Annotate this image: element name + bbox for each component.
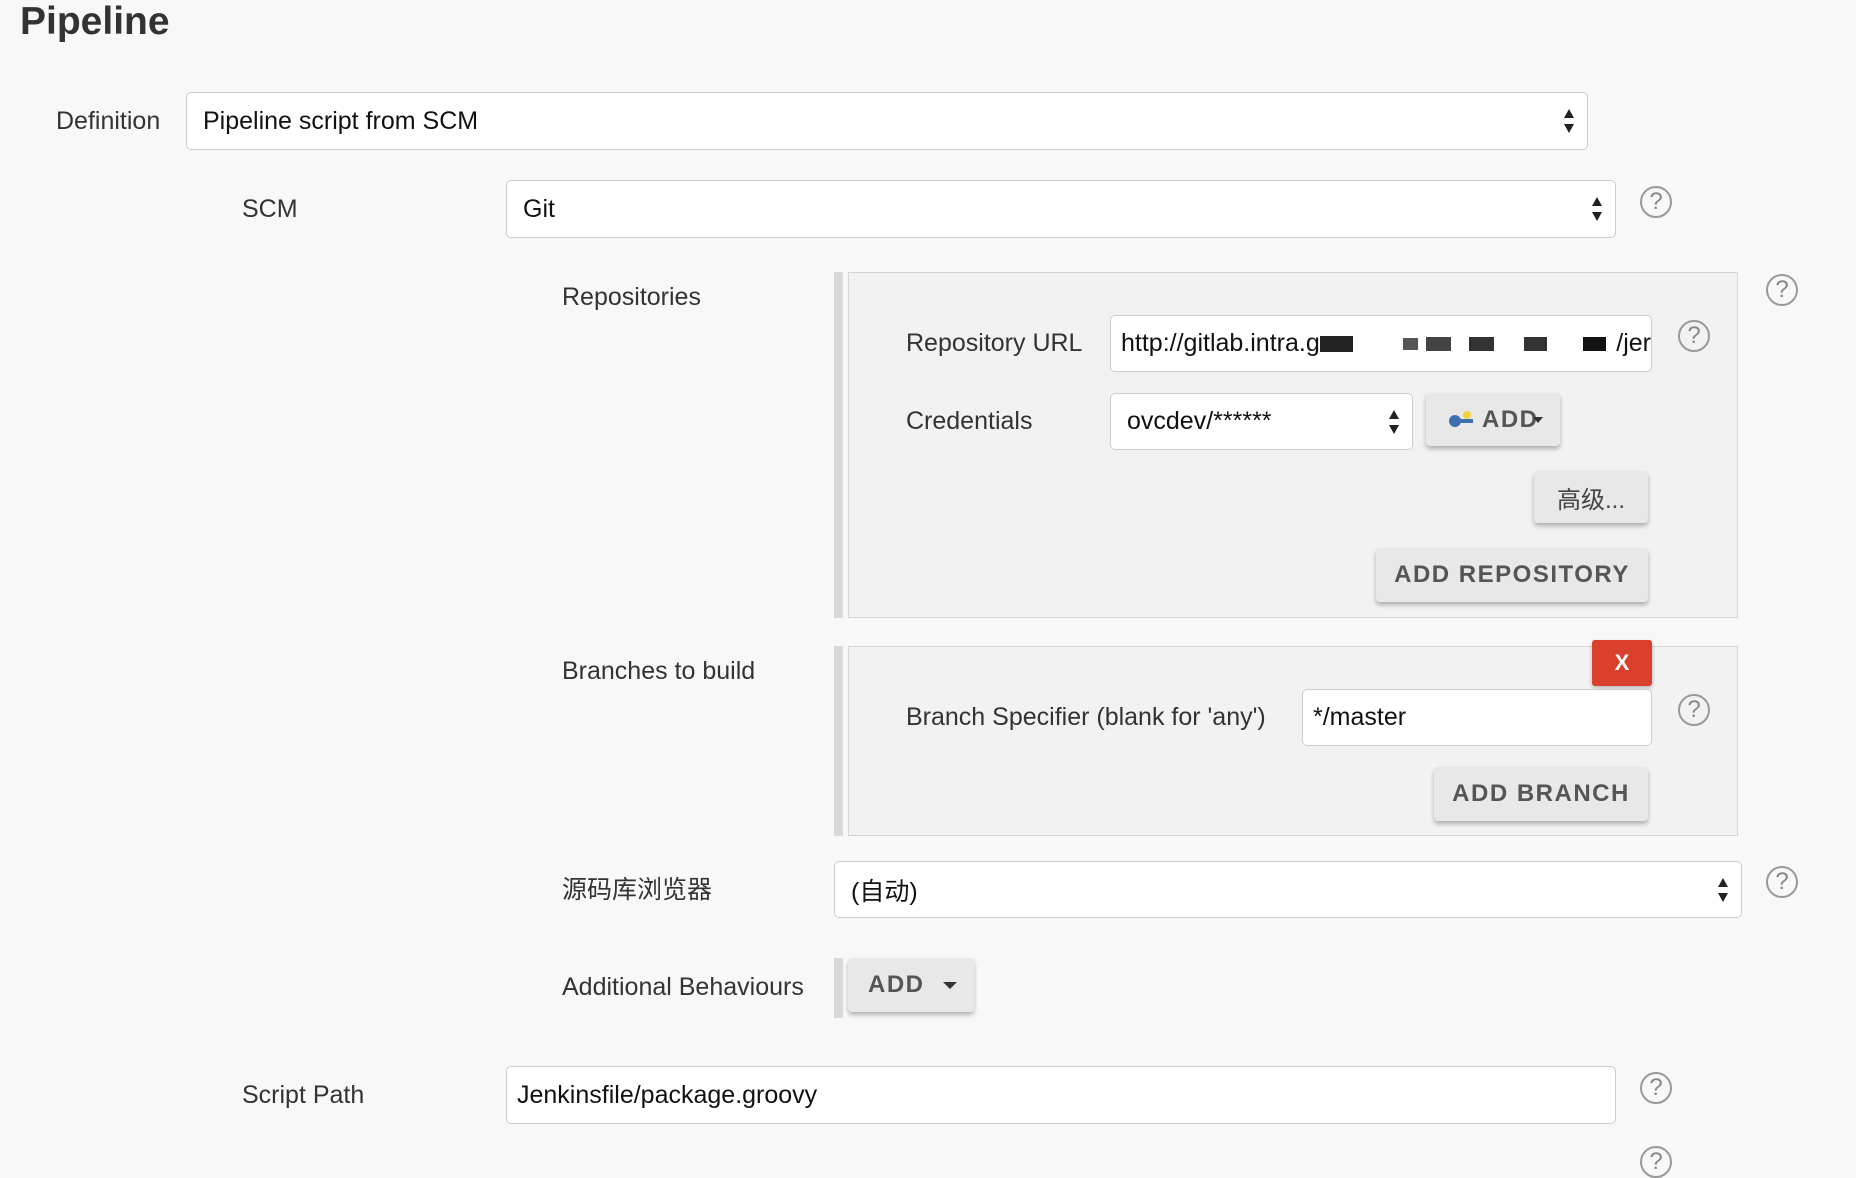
repository-url-label: Repository URL — [906, 329, 1083, 357]
repository-url-value-start: http://gitlab.intra.g — [1121, 329, 1320, 357]
add-repository-button[interactable]: ADD REPOSITORY — [1376, 548, 1648, 602]
delete-branch-button[interactable]: X — [1592, 640, 1652, 686]
add-credentials-button[interactable]: ADD — [1426, 393, 1560, 446]
scm-select[interactable]: Git — [506, 180, 1616, 238]
script-path-help-icon[interactable]: ? — [1640, 1072, 1672, 1104]
credentials-select[interactable]: ovcdev/****** — [1110, 393, 1413, 450]
repositories-help-icon[interactable]: ? — [1766, 274, 1798, 306]
repository-browser-value: (自动) — [851, 877, 918, 906]
repository-browser-help-icon[interactable]: ? — [1766, 866, 1798, 898]
redacted-text — [1583, 336, 1607, 351]
caret-down-icon — [942, 981, 957, 989]
redacted-text — [1468, 336, 1495, 351]
add-behaviour-label: ADD — [868, 971, 925, 998]
additional-behaviours-label: Additional Behaviours — [562, 973, 804, 1001]
caret-down-icon — [1532, 416, 1543, 423]
repositories-label: Repositories — [562, 283, 701, 311]
up-down-arrows-icon — [1389, 409, 1399, 434]
up-down-arrows-icon — [1564, 109, 1574, 133]
add-branch-button[interactable]: ADD BRANCH — [1434, 767, 1648, 821]
add-credentials-label: ADD — [1482, 405, 1539, 433]
up-down-arrows-icon — [1718, 877, 1728, 902]
credentials-label: Credentials — [906, 407, 1033, 435]
script-path-label: Script Path — [242, 1081, 365, 1109]
repository-browser-label: 源码库浏览器 — [562, 876, 713, 904]
repository-url-value-end: /jer — [1616, 329, 1651, 357]
lightweight-checkout-help-icon[interactable]: ? — [1640, 1146, 1672, 1178]
definition-select[interactable]: Pipeline script from SCM — [186, 92, 1588, 150]
section-title: Pipeline — [20, 0, 170, 43]
credentials-value: ovcdev/****** — [1127, 407, 1272, 435]
redacted-text — [1524, 336, 1548, 351]
key-icon — [1449, 410, 1473, 427]
branches-panel-bar — [834, 646, 843, 836]
branches-label: Branches to build — [562, 657, 756, 685]
definition-label: Definition — [56, 107, 161, 135]
repository-browser-select[interactable]: (自动) — [834, 861, 1742, 918]
scm-help-icon[interactable]: ? — [1640, 186, 1672, 218]
repository-url-input[interactable]: http://gitlab.intra.g /jer — [1110, 315, 1652, 372]
redacted-text — [1402, 337, 1418, 350]
branch-specifier-label: Branch Specifier (blank for 'any') — [906, 703, 1266, 731]
up-down-arrows-icon — [1592, 197, 1602, 221]
repositories-panel-bar — [834, 272, 843, 618]
definition-value: Pipeline script from SCM — [203, 106, 479, 135]
repository-url-help-icon[interactable]: ? — [1678, 320, 1710, 352]
advanced-button[interactable]: 高级... — [1534, 471, 1648, 523]
behaviours-panel-bar — [834, 958, 843, 1018]
scm-label: SCM — [242, 195, 298, 223]
branch-specifier-help-icon[interactable]: ? — [1678, 694, 1710, 726]
add-behaviour-button[interactable]: ADD — [848, 958, 974, 1012]
scm-value: Git — [523, 194, 555, 223]
branch-specifier-input[interactable]: */master — [1302, 689, 1652, 746]
script-path-input[interactable]: Jenkinsfile/package.groovy — [506, 1066, 1616, 1124]
redacted-text — [1425, 336, 1451, 351]
redacted-text — [1319, 335, 1353, 352]
